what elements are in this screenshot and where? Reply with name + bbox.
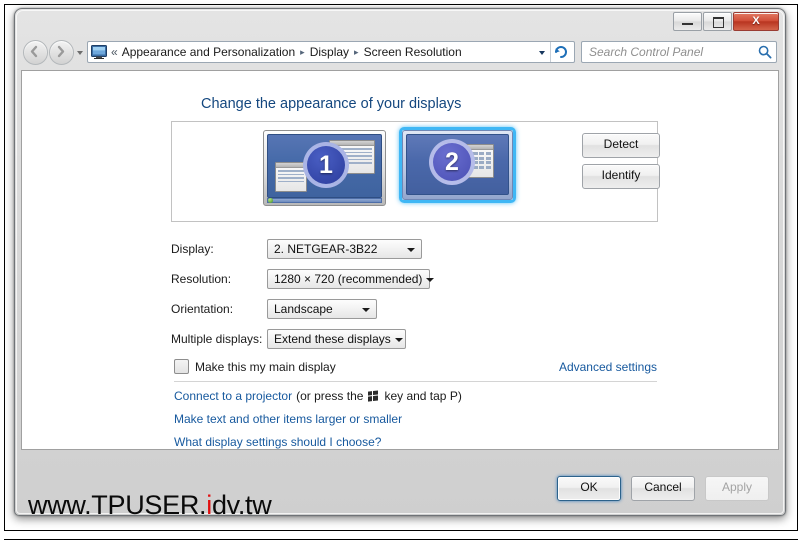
- display-row: Display: 2. NETGEAR-3B22: [171, 239, 422, 259]
- screenshot-canvas: X « Appearance and Personalization ▸ Dis…: [0, 0, 804, 547]
- apply-button: Apply: [705, 476, 769, 501]
- connect-projector-link[interactable]: Connect to a projector: [174, 389, 292, 403]
- navigation-bar: « Appearance and Personalization ▸ Displ…: [15, 36, 785, 68]
- screen-resolution-window: X « Appearance and Personalization ▸ Dis…: [14, 8, 786, 516]
- projector-prefix-text: (or press the: [296, 389, 364, 403]
- caption-buttons: X: [672, 12, 779, 31]
- resolution-label: Resolution:: [171, 272, 232, 286]
- monitor-number-badge: 2: [429, 139, 475, 185]
- display-label: Display:: [171, 242, 214, 256]
- multiple-displays-select[interactable]: Extend these displays: [267, 329, 406, 349]
- start-orb-icon: [268, 197, 273, 203]
- recent-pages-button[interactable]: [74, 41, 87, 63]
- minimize-button[interactable]: [673, 12, 702, 31]
- display-select-value: 2. NETGEAR-3B22: [274, 242, 378, 256]
- maximize-button[interactable]: [703, 12, 732, 31]
- nav-arrow-group: [23, 39, 87, 65]
- address-bar[interactable]: « Appearance and Personalization ▸ Displ…: [87, 41, 575, 63]
- projector-suffix-text: key and tap P): [384, 389, 462, 403]
- taskbar-strip: [267, 198, 382, 203]
- close-icon: X: [752, 15, 760, 27]
- resolution-select-value: 1280 × 720 (recommended): [274, 272, 423, 286]
- detect-button[interactable]: Detect: [582, 133, 660, 158]
- mini-window-titlebar: [276, 163, 306, 168]
- chevron-down-icon: [403, 240, 419, 258]
- close-button[interactable]: X: [733, 12, 779, 31]
- section-divider: [174, 381, 657, 382]
- multiple-displays-row: Multiple displays: Extend these displays: [171, 329, 406, 349]
- minimize-icon: [682, 23, 693, 25]
- refresh-icon: [555, 46, 567, 58]
- watermark-part1: www.TPUSER.: [28, 490, 207, 520]
- chevron-down-icon: [358, 300, 374, 318]
- projector-line: Connect to a projector (or press the key…: [174, 389, 462, 403]
- breadcrumb-separator-icon: ▸: [300, 46, 305, 57]
- forward-arrow-icon: [57, 45, 65, 57]
- breadcrumb-screen-resolution[interactable]: Screen Resolution: [364, 45, 462, 59]
- watermark: www.TPUSER.idv.tw: [28, 490, 272, 521]
- dialog-action-buttons: OK Cancel Apply: [547, 476, 769, 501]
- make-text-larger-line: Make text and other items larger or smal…: [174, 412, 462, 426]
- windows-logo-icon: [368, 390, 379, 402]
- make-main-display-label: Make this my main display: [195, 359, 336, 374]
- what-display-settings-link[interactable]: What display settings should I choose?: [174, 435, 381, 449]
- orientation-select-value: Landscape: [274, 302, 333, 316]
- identify-button[interactable]: Identify: [582, 164, 660, 189]
- bottom-rule: [4, 539, 798, 540]
- ok-button[interactable]: OK: [557, 476, 621, 501]
- window-titlebar: X: [15, 9, 785, 39]
- multiple-displays-select-value: Extend these displays: [274, 332, 391, 346]
- orientation-select[interactable]: Landscape: [267, 299, 377, 319]
- make-main-display-checkbox[interactable]: [174, 359, 189, 374]
- content-pane: Change the appearance of your displays 1…: [21, 70, 779, 450]
- breadcrumb-overflow-icon[interactable]: «: [111, 45, 118, 59]
- monitor-preview-2[interactable]: 2: [399, 127, 516, 203]
- display-action-buttons: Detect Identify: [582, 133, 660, 189]
- search-box[interactable]: Search Control Panel: [581, 41, 777, 63]
- breadcrumb-appearance[interactable]: Appearance and Personalization: [122, 45, 295, 59]
- watermark-part2: dv.tw: [211, 490, 272, 520]
- display-select[interactable]: 2. NETGEAR-3B22: [267, 239, 422, 259]
- help-links: Connect to a projector (or press the key…: [174, 389, 462, 449]
- main-display-row: Make this my main display Advanced setti…: [174, 359, 657, 374]
- resolution-select[interactable]: 1280 × 720 (recommended): [267, 269, 435, 289]
- orientation-label: Orientation:: [171, 302, 234, 316]
- chevron-down-icon: [422, 270, 438, 288]
- orientation-row: Orientation: Landscape: [171, 299, 377, 319]
- breadcrumb-display[interactable]: Display: [310, 45, 349, 59]
- make-text-larger-link[interactable]: Make text and other items larger or smal…: [174, 412, 402, 426]
- multiple-displays-label: Multiple displays:: [171, 332, 263, 346]
- monitor-number-badge: 1: [303, 142, 349, 188]
- page-title: Change the appearance of your displays: [201, 96, 462, 112]
- mini-window-content: [278, 170, 304, 189]
- search-input[interactable]: Search Control Panel: [589, 45, 758, 59]
- back-arrow-icon: [30, 45, 38, 57]
- address-dropdown-icon[interactable]: [535, 42, 550, 62]
- back-button[interactable]: [23, 39, 48, 65]
- forward-button[interactable]: [49, 39, 74, 65]
- maximize-icon: [713, 17, 724, 28]
- breadcrumb-separator-icon: ▸: [354, 46, 359, 57]
- advanced-settings-link[interactable]: Advanced settings: [559, 360, 657, 374]
- cancel-button[interactable]: Cancel: [631, 476, 695, 501]
- resolution-row: Resolution: 1280 × 720 (recommended): [171, 269, 435, 289]
- monitor-preview-1[interactable]: 1: [263, 130, 386, 206]
- monitor-icon: [91, 45, 107, 59]
- what-settings-line: What display settings should I choose?: [174, 435, 462, 449]
- chevron-down-icon: [391, 330, 407, 348]
- refresh-button[interactable]: [550, 42, 572, 62]
- search-icon: [758, 45, 772, 59]
